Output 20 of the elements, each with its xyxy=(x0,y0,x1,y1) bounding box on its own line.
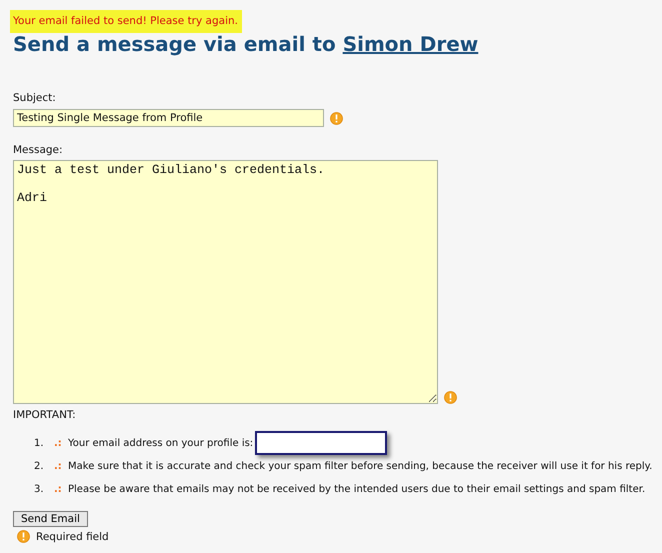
warning-icon xyxy=(17,530,30,543)
notice-text: Your email address on your profile is: xyxy=(68,438,254,448)
field-label: Subject: xyxy=(13,92,57,104)
message-field[interactable]: Just a test under Giuliano's credentials. Adri xyxy=(13,160,438,404)
recipient-link[interactable]: Simon Drew xyxy=(342,32,478,56)
send-email-button[interactable]: Send Email xyxy=(13,511,88,527)
page-heading: Send a message via email to Simon Drew xyxy=(13,33,480,55)
notice-text: Make sure that it is accurate and check your spam filter before sending, because the receiver will use it for his reply. xyxy=(68,460,652,472)
list-number: 2. xyxy=(34,460,45,472)
list-number: 3. xyxy=(34,484,45,494)
bullet-marker: .: xyxy=(54,460,63,472)
subject-field[interactable]: Testing Single Message from Profile xyxy=(13,109,324,127)
bullet-marker: .: xyxy=(54,484,63,494)
important-label: IMPORTANT: xyxy=(13,409,77,421)
list-number: 1. xyxy=(34,438,45,448)
notice-text: Please be aware that emails may not be received by the intended users due to their email settings and spam filter. xyxy=(68,484,646,494)
field-label: Message: xyxy=(13,144,64,156)
bullet-marker: .: xyxy=(54,438,63,448)
legend-text: Required field xyxy=(36,530,109,542)
error-banner: Your email failed to send! Please try again. xyxy=(10,10,242,33)
